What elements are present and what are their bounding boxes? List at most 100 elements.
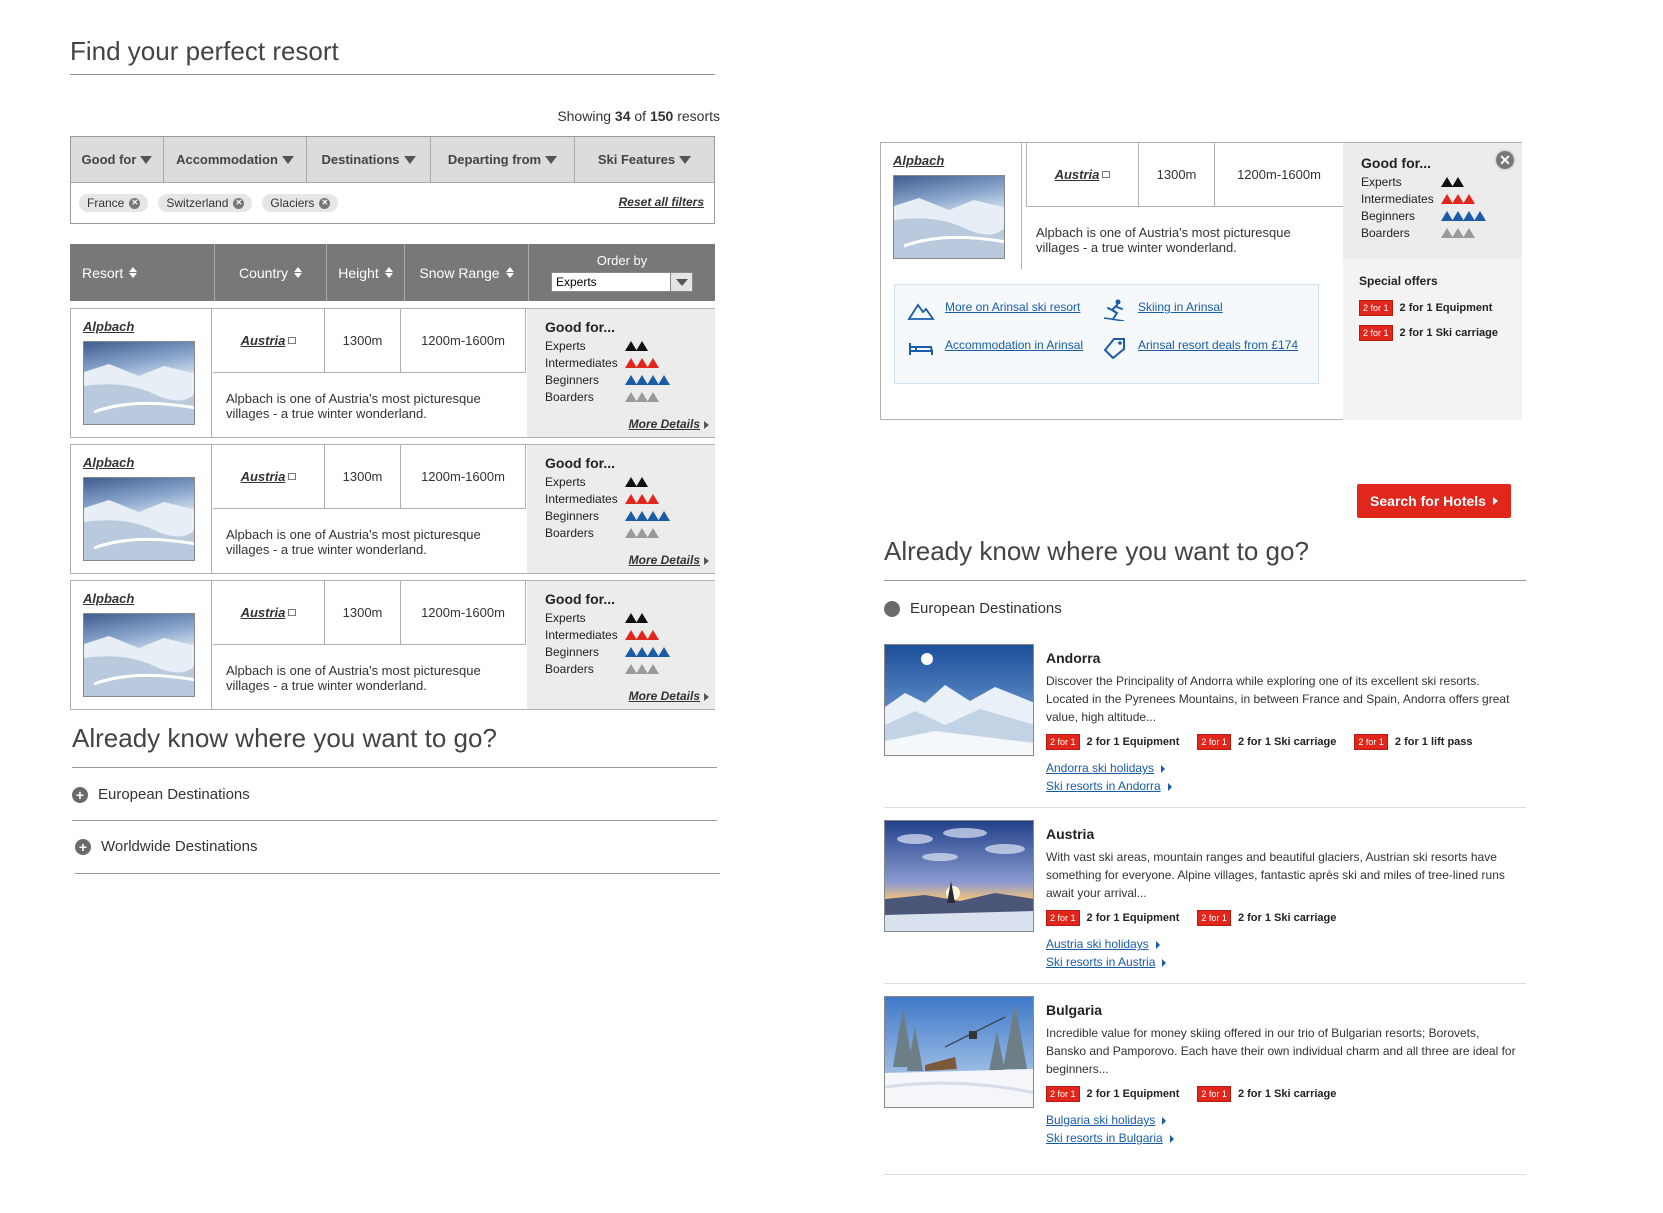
rating-triangles-icon: [1441, 227, 1475, 238]
external-link-icon: [288, 609, 297, 616]
rating-triangles-icon: [1441, 210, 1486, 221]
destination-title: Bulgaria: [1046, 1002, 1103, 1018]
special-offers-panel: Special offers 2 for 12 for 1 Equipment …: [1343, 258, 1522, 518]
page-title: Find your perfect resort: [70, 36, 339, 66]
sort-snow-range[interactable]: Snow Range: [405, 244, 529, 301]
rating-triangles-icon: [625, 663, 659, 674]
results-header: Resort Country Height Snow Range Order b…: [70, 244, 715, 301]
good-for-panel: Good for... Experts Intermediates Beginner…: [1343, 143, 1522, 258]
rating-triangles-icon: [625, 646, 670, 657]
rating-label: Intermediates: [545, 627, 618, 642]
divider: [884, 580, 1526, 581]
triangle-icon: [647, 493, 659, 504]
reset-filters-link[interactable]: Reset all filters: [619, 195, 704, 209]
search-hotels-button[interactable]: Search for Hotels: [1357, 484, 1511, 518]
ski-holidays-link[interactable]: Bulgaria ski holidays: [1046, 1111, 1174, 1129]
good-for-ratings: Experts Intermediates Beginners Boarders: [545, 337, 715, 405]
two-for-one-badge: 2 for 1: [1197, 910, 1231, 926]
destination-photo: [884, 644, 1034, 756]
rating-label: Intermediates: [545, 355, 618, 370]
more-details-link[interactable]: More Details: [629, 553, 709, 567]
filter-chip-glaciers[interactable]: Glaciers ✕: [262, 194, 339, 212]
order-by-select[interactable]: Experts: [551, 272, 693, 292]
chevron-down-icon: [403, 155, 416, 164]
resort-name-link[interactable]: Alpbach: [83, 455, 134, 470]
good-for-ratings: Experts Intermediates Beginners Boarders: [545, 609, 715, 677]
triangle-icon: [1463, 227, 1475, 238]
resort-deals-link[interactable]: Arinsal resort deals from £174: [1138, 337, 1298, 354]
filter-departing-from[interactable]: Departing from: [431, 137, 575, 182]
rating-row: Beginners: [1361, 207, 1522, 224]
resort-height-cell: 1300m: [325, 581, 401, 645]
ski-resorts-link[interactable]: Ski resorts in Andorra: [1046, 777, 1172, 795]
filter-ski-features[interactable]: Ski Features: [575, 137, 714, 182]
chevron-down-icon: [670, 273, 692, 291]
filter-good-for[interactable]: Good for: [71, 137, 164, 182]
european-destinations-section[interactable]: European Destinations: [884, 600, 1062, 617]
external-link-icon: [288, 337, 297, 344]
country-link[interactable]: Austria: [241, 605, 286, 620]
country-link[interactable]: Austria: [241, 469, 286, 484]
close-icon[interactable]: ✕: [1494, 149, 1516, 171]
more-on-resort-link[interactable]: More on Arinsal ski resort: [945, 299, 1080, 316]
destination-description: With vast ski areas, mountain ranges and…: [1046, 850, 1505, 900]
ski-resorts-link[interactable]: Ski resorts in Austria: [1046, 953, 1166, 971]
resort-detail-popup: Alpbach Austria 1300m 1200m-1600m Alpbac…: [880, 142, 1522, 518]
rating-row: Intermediates: [545, 490, 715, 507]
special-offers-title: Special offers: [1359, 274, 1438, 288]
filter-accommodation[interactable]: Accommodation: [164, 137, 307, 182]
rating-triangles-icon: [625, 374, 670, 385]
rating-label: Experts: [1361, 174, 1402, 189]
ski-holidays-link[interactable]: Andorra ski holidays: [1046, 759, 1172, 777]
sort-icon: [294, 267, 303, 278]
bullet-icon: [884, 600, 900, 617]
sort-icon: [505, 267, 514, 278]
results-count: Showing 34 of 150 resorts: [557, 108, 720, 124]
rating-row: Experts: [545, 473, 715, 490]
rating-triangles-icon: [625, 510, 670, 521]
divider: [72, 820, 717, 821]
accordion-european[interactable]: + European Destinations: [72, 786, 250, 803]
remove-icon[interactable]: ✕: [319, 197, 331, 209]
rating-row: Experts: [1361, 173, 1522, 190]
ski-resorts-link[interactable]: Ski resorts in Bulgaria: [1046, 1129, 1174, 1147]
more-details-link[interactable]: More Details: [629, 689, 709, 703]
rating-triangles-icon: [625, 493, 659, 504]
filter-chip-switzerland[interactable]: Switzerland ✕: [158, 194, 253, 212]
skiing-in-link[interactable]: Skiing in Arinsal: [1138, 299, 1223, 316]
resort-name-cell: Alpbach: [881, 143, 1022, 269]
bed-icon: [909, 343, 933, 355]
rating-row: Boarders: [545, 388, 715, 405]
country-link[interactable]: Austria: [241, 333, 286, 348]
triangle-icon: [647, 629, 659, 640]
resort-description: Alpbach is one of Austria's most picture…: [226, 527, 481, 557]
resort-name-link[interactable]: Alpbach: [893, 153, 944, 168]
resort-name-link[interactable]: Alpbach: [83, 319, 134, 334]
accommodation-link[interactable]: Accommodation in Arinsal: [945, 337, 1083, 354]
rating-triangles-icon: [625, 357, 659, 368]
rating-triangles-icon: [1441, 193, 1475, 204]
sort-resort[interactable]: Resort: [70, 244, 215, 301]
accordion-worldwide[interactable]: + Worldwide Destinations: [75, 838, 257, 855]
sort-country[interactable]: Country: [215, 244, 327, 301]
offer-item: 2 for 12 for 1 Ski carriage: [1197, 734, 1336, 750]
more-details-link[interactable]: More Details: [629, 417, 709, 431]
chevron-down-icon: [679, 155, 692, 164]
good-for-panel: Good for... Experts Intermediates Beginners…: [527, 581, 715, 709]
two-for-one-badge: 2 for 1: [1354, 734, 1388, 750]
remove-icon[interactable]: ✕: [129, 197, 141, 209]
two-for-one-badge: 2 for 1: [1359, 300, 1393, 316]
country-link[interactable]: Austria: [1055, 167, 1100, 182]
sort-height[interactable]: Height: [327, 244, 405, 301]
offer-item: 2 for 12 for 1 Equipment: [1046, 734, 1179, 750]
remove-icon[interactable]: ✕: [233, 197, 245, 209]
filter-destinations[interactable]: Destinations: [307, 137, 431, 182]
filter-chip-france[interactable]: France ✕: [79, 194, 149, 212]
rating-row: Intermediates: [1361, 190, 1522, 207]
resort-name-link[interactable]: Alpbach: [83, 591, 134, 606]
ski-holidays-link[interactable]: Austria ski holidays: [1046, 935, 1166, 953]
two-for-one-badge: 2 for 1: [1359, 325, 1393, 341]
resort-name-cell: Alpbach: [71, 581, 212, 709]
external-link-icon: [1102, 171, 1111, 178]
external-link-icon: [288, 473, 297, 480]
